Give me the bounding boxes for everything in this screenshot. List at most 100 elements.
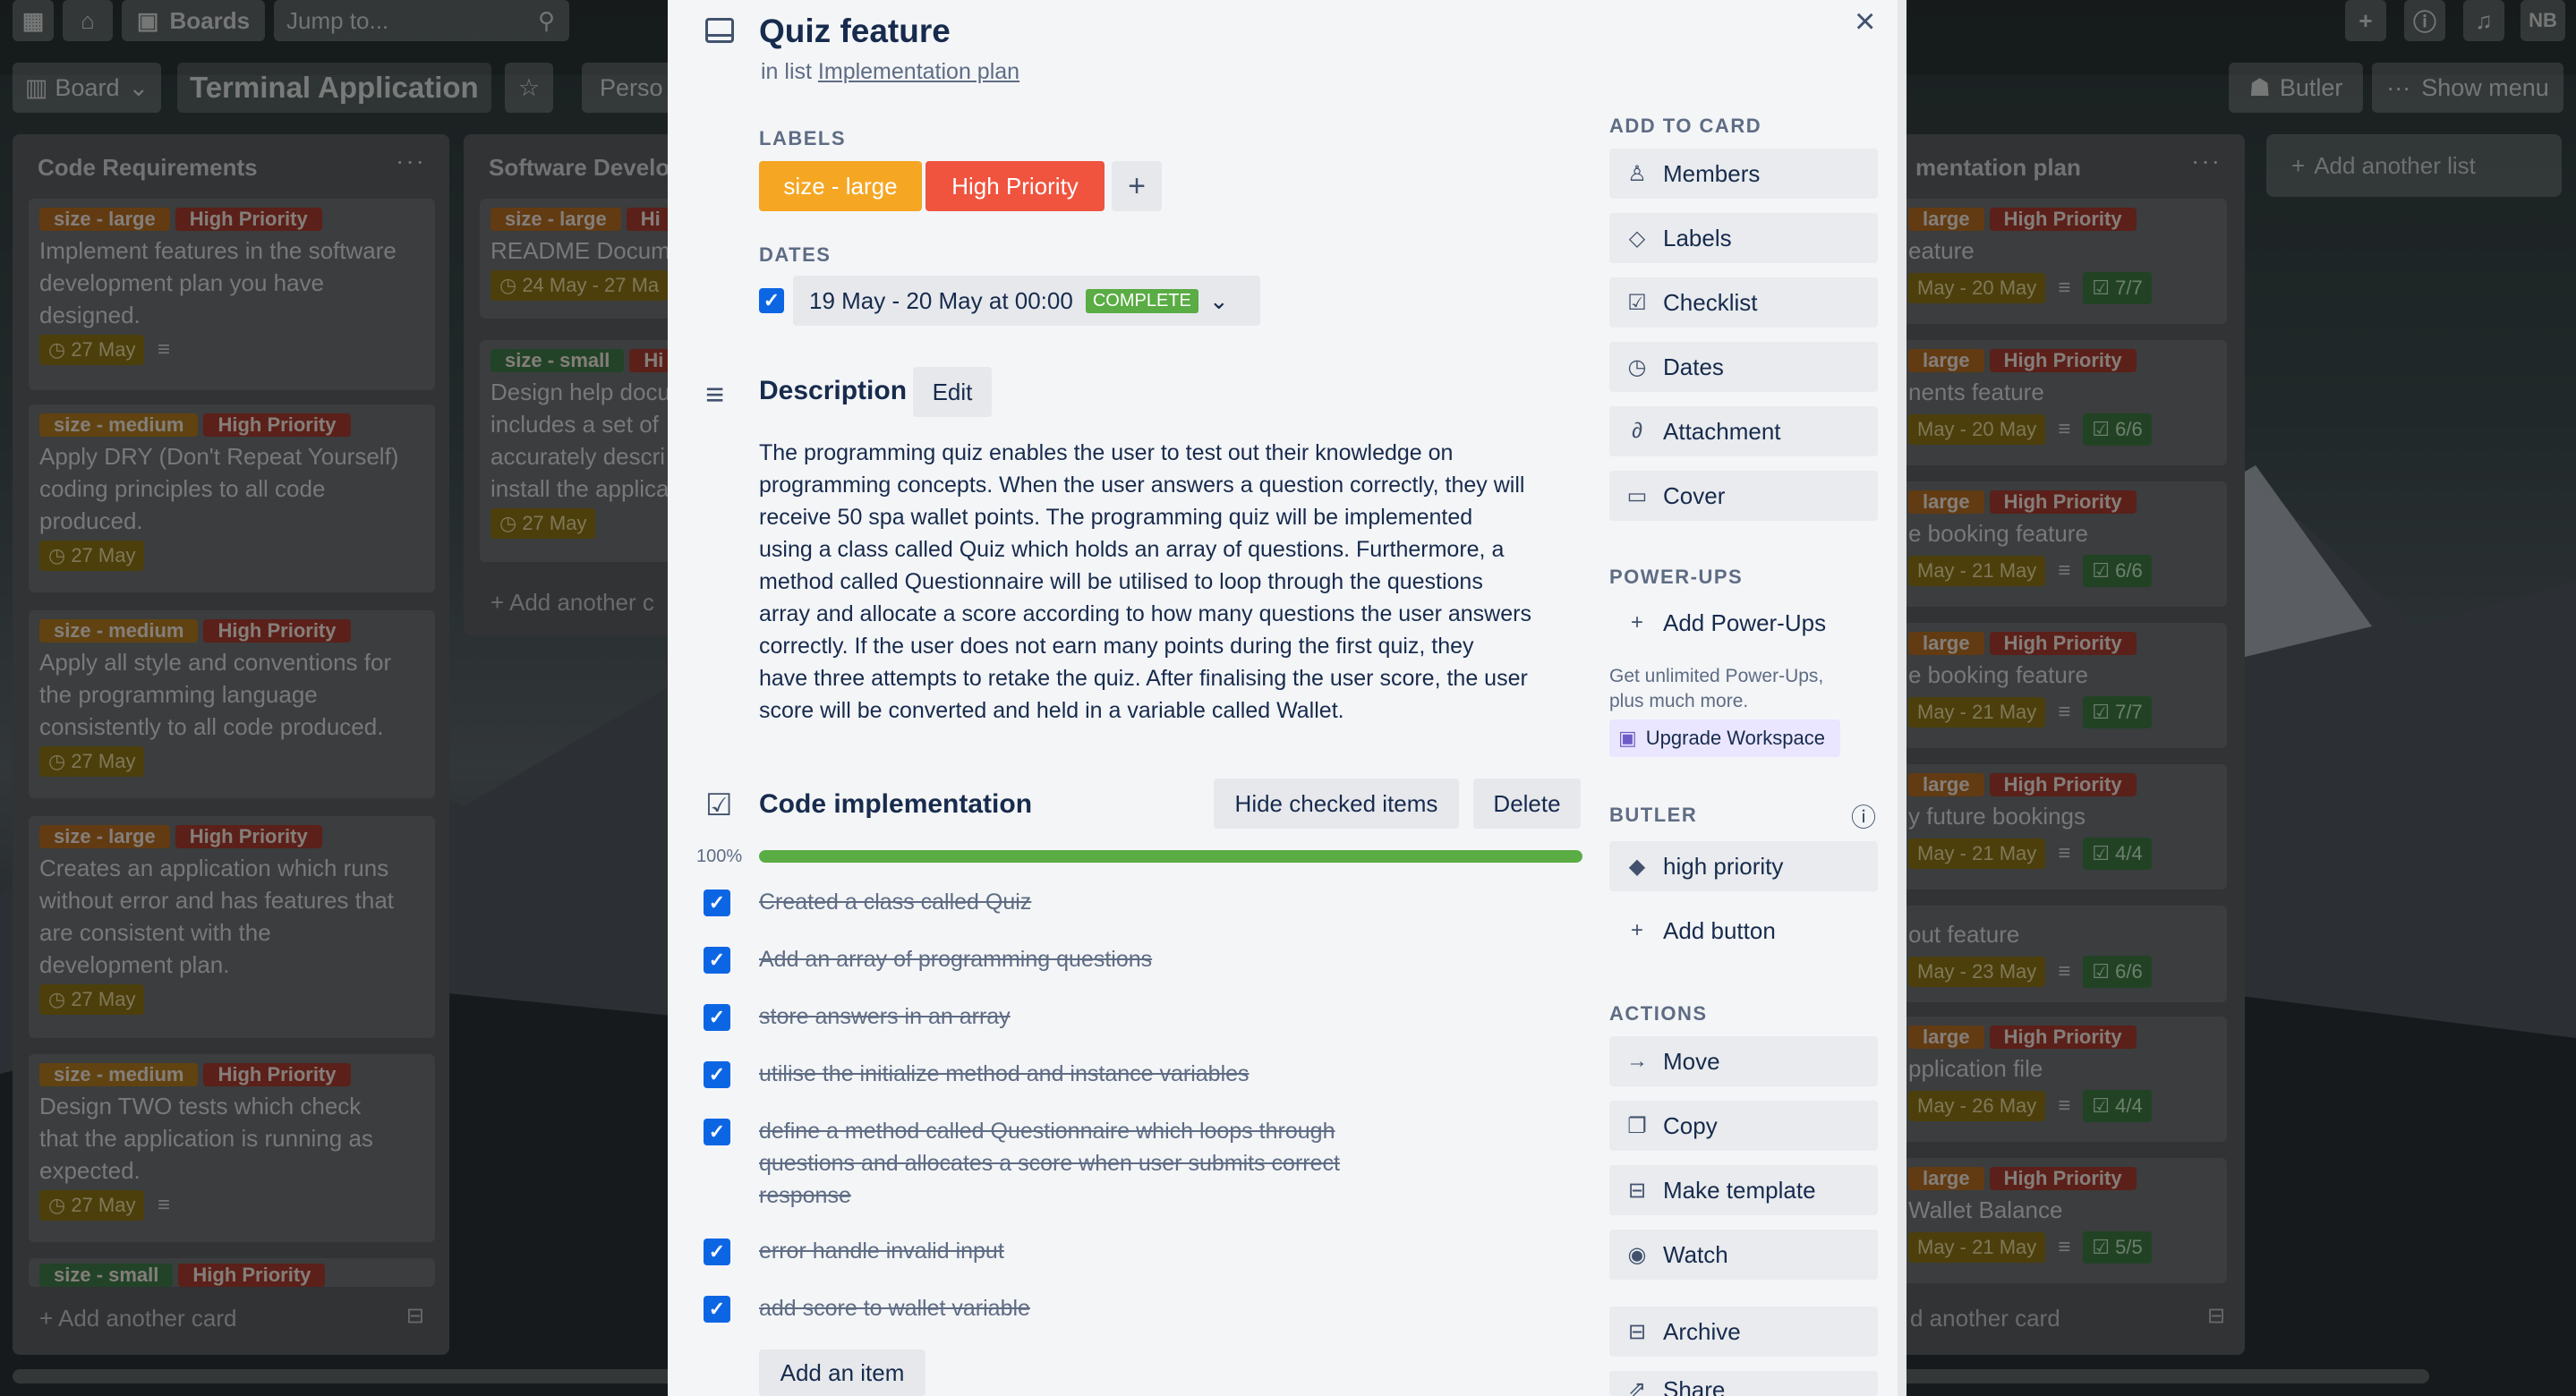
eye-icon: ◉ (1627, 1242, 1647, 1267)
share-icon: ⇗ (1627, 1377, 1647, 1396)
close-icon[interactable]: × (1855, 2, 1875, 42)
card-title[interactable]: Quiz feature (759, 13, 951, 50)
butler-info-icon[interactable]: ⓘ (1851, 798, 1876, 834)
archive-icon: ⊟ (1627, 1319, 1647, 1344)
sidebar-button-label: Share (1663, 1376, 1726, 1396)
butler-heading: BUTLER (1609, 804, 1698, 826)
dates-button[interactable]: 19 May - 20 May at 00:00 COMPLETE ⌄ (793, 276, 1260, 326)
person-icon: ♙ (1627, 161, 1647, 186)
add-butler-button-label: Add button (1663, 916, 1776, 944)
checklist-item-text: response (759, 1183, 851, 1208)
tag-icon: ◆ (1628, 854, 1646, 879)
description-line: correctly. If the user does not earn man… (759, 634, 1474, 659)
powerups-heading: POWER-UPS (1609, 566, 1744, 588)
upgrade-workspace-label: Upgrade Workspace (1645, 727, 1825, 749)
copy-button[interactable]: ❐ Copy (1609, 1101, 1878, 1151)
share-button[interactable]: ⇗ Share (1609, 1371, 1878, 1396)
card-label-size[interactable]: size - large (759, 161, 922, 211)
dates-value: 19 May - 20 May at 00:00 (809, 286, 1073, 314)
dates-heading: DATES (759, 243, 832, 266)
description-body[interactable]: The programming quiz enables the user to… (759, 437, 1591, 727)
template-icon: ⊟ (1627, 1178, 1647, 1203)
sidebar-button-label: Cover (1663, 481, 1726, 509)
checklist-item[interactable]: define a method called Questionnaire whi… (759, 1115, 1439, 1212)
checklist-item-checkbox[interactable]: ✓ (704, 890, 730, 916)
in-list-prefix: in list (761, 59, 812, 84)
card-label-size-text: size - large (783, 172, 898, 200)
in-list-link[interactable]: Implementation plan (818, 59, 1019, 84)
clock-icon: ◷ (1627, 354, 1647, 379)
checklist-item-text: error handle invalid input (759, 1239, 1004, 1264)
checklist-item-checkbox[interactable]: ✓ (704, 1296, 730, 1323)
checklist-item[interactable]: Add an array of programming questions (759, 943, 1439, 975)
checklist-item-checkbox[interactable]: ✓ (704, 947, 730, 974)
powerups-note: Get unlimited Power-Ups, plus much more. (1609, 664, 1823, 714)
sidebar-button-label: Dates (1663, 353, 1724, 380)
description-line: using a class called Quiz which holds an… (759, 537, 1505, 562)
add-powerups-button[interactable]: + Add Power-Ups (1609, 598, 1878, 648)
actions-heading: ACTIONS (1609, 1002, 1708, 1025)
description-icon: ≡ (705, 376, 725, 413)
archive-button[interactable]: ⊟ Archive (1609, 1307, 1878, 1357)
checklist-progress-fill (759, 850, 1582, 863)
checklist-item-text: Created a class called Quiz (759, 890, 1032, 915)
complete-badge: COMPLETE (1085, 288, 1198, 313)
dates-button[interactable]: ◷ Dates (1609, 342, 1878, 392)
labels-button[interactable]: ◇ Labels (1609, 213, 1878, 263)
checklist-button[interactable]: ☑ Checklist (1609, 277, 1878, 328)
checklist-item-checkbox[interactable]: ✓ (704, 1004, 730, 1031)
description-edit-button[interactable]: Edit (913, 367, 992, 417)
add-checklist-item-button[interactable]: Add an item (759, 1349, 925, 1396)
delete-checklist-button[interactable]: Delete (1473, 779, 1581, 829)
checklist-item-text: add score to wallet variable (759, 1296, 1030, 1321)
cover-button[interactable]: ▭ Cover (1609, 471, 1878, 521)
checklist-item-text: questions and allocates a score when use… (759, 1151, 1340, 1176)
attachment-button[interactable]: ∂ Attachment (1609, 406, 1878, 456)
members-button[interactable]: ♙ Members (1609, 149, 1878, 199)
hide-checked-items-button[interactable]: Hide checked items (1214, 779, 1459, 829)
modal-scrollbar[interactable] (1898, 0, 1906, 1396)
description-line: receive 50 spa wallet points. The progra… (759, 505, 1473, 530)
chevron-down-icon: ⌄ (1208, 286, 1229, 314)
complete-badge-text: COMPLETE (1092, 290, 1191, 311)
move-button[interactable]: → Move (1609, 1036, 1878, 1086)
description-line: score will be converted and held in a va… (759, 698, 1344, 723)
labels-heading: LABELS (759, 127, 846, 149)
description-edit-label: Edit (932, 378, 973, 405)
checklist-progress-label: 100% (696, 847, 743, 866)
sidebar-button-label: Watch (1663, 1240, 1728, 1268)
checklist-item[interactable]: error handle invalid input (759, 1235, 1439, 1267)
add-label-plus-icon[interactable]: + (1112, 161, 1162, 211)
add-powerups-label: Add Power-Ups (1663, 609, 1827, 636)
description-line: array and allocate a score according to … (759, 601, 1531, 626)
dates-complete-checkbox[interactable]: ✓ (759, 288, 784, 313)
butler-high-priority-button[interactable]: ◆ high priority (1609, 841, 1878, 891)
checklist-title[interactable]: Code implementation (759, 789, 1032, 820)
butler-button-label: high priority (1663, 852, 1784, 880)
add-butler-button[interactable]: + Add button (1609, 906, 1878, 956)
copy-icon: ❐ (1627, 1113, 1647, 1138)
description-line: method called Questionnaire will be util… (759, 569, 1483, 594)
checklist-icon: ☑ (1627, 290, 1647, 315)
tag-icon: ◇ (1628, 226, 1646, 251)
sidebar-button-label: Checklist (1663, 288, 1758, 316)
make-template-button[interactable]: ⊟ Make template (1609, 1165, 1878, 1215)
sidebar-button-label: Labels (1663, 224, 1732, 251)
paperclip-icon: ∂ (1632, 419, 1642, 443)
checklist-item[interactable]: add score to wallet variable (759, 1292, 1439, 1324)
powerups-note-line: Get unlimited Power-Ups, (1609, 666, 1824, 686)
add-item-label: Add an item (780, 1358, 905, 1386)
checklist-item-text: store answers in an array (759, 1004, 1011, 1029)
checklist-item[interactable]: Created a class called Quiz (759, 886, 1439, 918)
checklist-item-checkbox[interactable]: ✓ (704, 1119, 730, 1145)
sidebar-button-label: Attachment (1663, 417, 1781, 445)
upgrade-workspace-button[interactable]: ▣ Upgrade Workspace (1609, 719, 1840, 757)
checklist-item[interactable]: store answers in an array (759, 1000, 1439, 1033)
checklist-item-checkbox[interactable]: ✓ (704, 1239, 730, 1265)
description-line: The programming quiz enables the user to… (759, 440, 1454, 465)
card-label-priority[interactable]: High Priority (925, 161, 1105, 211)
checklist-item[interactable]: utilise the initialize method and instan… (759, 1058, 1439, 1090)
hide-checked-items-label: Hide checked items (1234, 789, 1438, 817)
watch-button[interactable]: ◉ Watch (1609, 1230, 1878, 1280)
checklist-item-checkbox[interactable]: ✓ (704, 1061, 730, 1088)
